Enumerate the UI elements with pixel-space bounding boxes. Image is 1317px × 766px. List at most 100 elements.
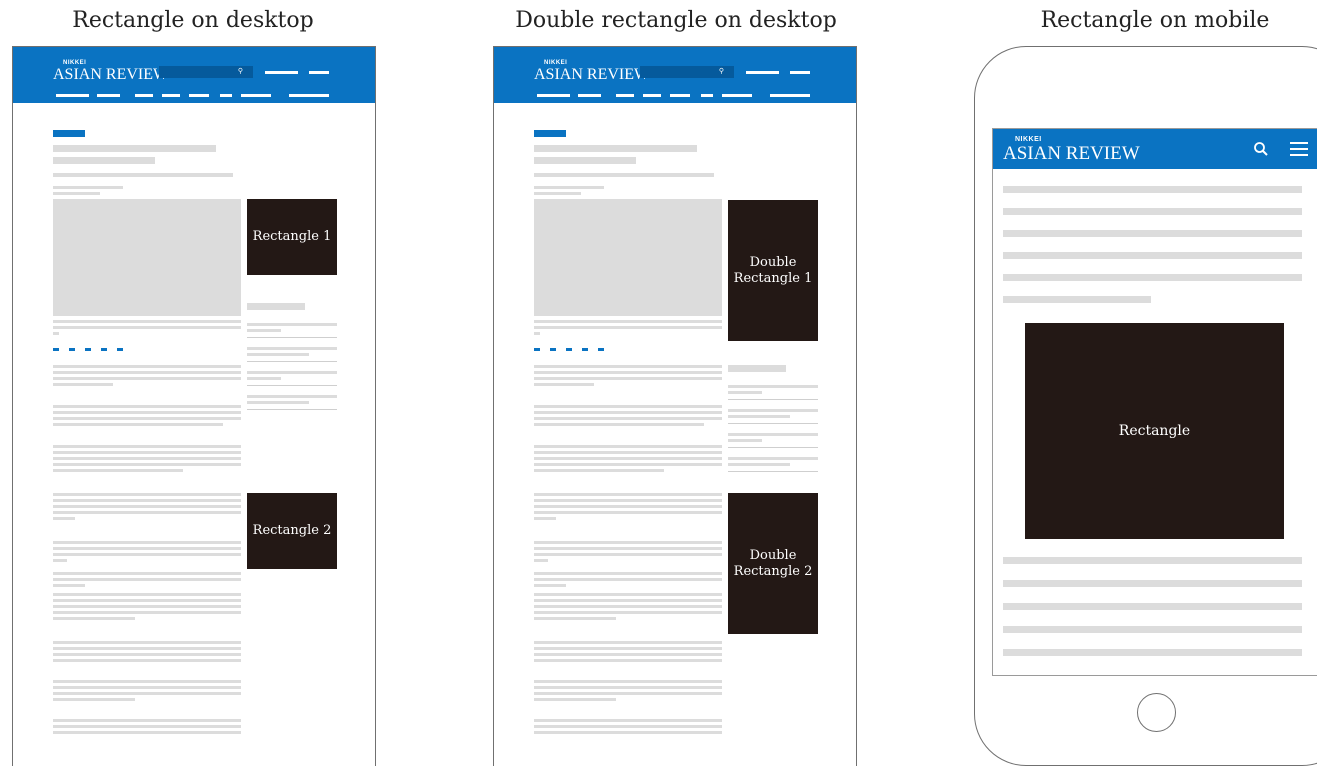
text-line	[1003, 626, 1302, 633]
search-icon[interactable]: ⚲	[238, 68, 243, 75]
nav-bar[interactable]	[790, 71, 810, 74]
search-input[interactable]: ⚲	[640, 66, 734, 78]
ad-label: Rectangle	[1118, 423, 1191, 439]
nav-bar[interactable]	[289, 94, 329, 97]
body-text-line	[53, 377, 241, 380]
sidebar-divider	[247, 361, 337, 362]
sidebar-line	[247, 347, 337, 350]
body-text-line	[53, 553, 241, 556]
ad-label: Double Rectangle 2	[733, 547, 813, 579]
body-text-line	[534, 617, 616, 620]
nav-bar[interactable]	[135, 94, 153, 97]
nav-bar[interactable]	[670, 94, 690, 97]
sidebar-line	[728, 457, 818, 460]
body-text-line	[53, 692, 241, 695]
ad-rectangle-2[interactable]: Rectangle 2	[247, 493, 337, 569]
body-text-line	[534, 653, 722, 656]
body-text-line	[534, 605, 722, 608]
section-label	[534, 130, 566, 137]
ad-double-rectangle-2[interactable]: Double Rectangle 2	[728, 493, 818, 634]
section-label	[53, 130, 85, 137]
desktop-frame-double-rectangle: NIKKEI ASIAN REVIEW ⚲ Double Rectangle 1…	[493, 46, 857, 766]
body-text-line	[534, 578, 722, 581]
search-icon[interactable]	[1253, 141, 1269, 157]
nav-bar[interactable]	[722, 94, 752, 97]
body-text-line	[534, 698, 616, 701]
caption-rectangle-desktop: Rectangle on desktop	[72, 8, 314, 33]
hamburger-menu-icon[interactable]	[1290, 142, 1308, 156]
home-button-icon[interactable]	[1137, 693, 1176, 732]
nav-bar[interactable]	[220, 94, 232, 97]
site-logo: NIKKEI ASIAN REVIEW	[1003, 136, 1140, 164]
search-input[interactable]: ⚲	[159, 66, 253, 78]
search-icon[interactable]: ⚲	[719, 68, 724, 75]
body-text-line	[534, 725, 722, 728]
text-line	[1003, 603, 1302, 610]
headline-line	[53, 157, 155, 164]
nav-bar[interactable]	[746, 71, 779, 74]
subheadline-line	[53, 173, 233, 177]
sidebar-line	[728, 415, 790, 418]
nav-bar[interactable]	[56, 94, 89, 97]
text-line	[1003, 186, 1302, 193]
body-text-line	[53, 547, 241, 550]
ad-double-rectangle-1[interactable]: Double Rectangle 1	[728, 200, 818, 341]
sidebar-divider	[728, 447, 818, 448]
nav-bar[interactable]	[578, 94, 601, 97]
sidebar-line	[247, 401, 309, 404]
nav-bar[interactable]	[643, 94, 661, 97]
share-dot	[598, 348, 604, 351]
nav-bar[interactable]	[241, 94, 271, 97]
body-text-line	[534, 469, 664, 472]
nav-bar[interactable]	[189, 94, 209, 97]
body-text-line	[534, 719, 722, 722]
subheadline-line	[534, 173, 714, 177]
byline-line	[534, 186, 604, 189]
sidebar-line	[247, 395, 337, 398]
body-text-line	[53, 451, 241, 454]
sidebar-divider	[728, 471, 818, 472]
body-text-line	[53, 493, 241, 496]
nav-bar[interactable]	[770, 94, 810, 97]
logo-nikkei: NIKKEI	[1015, 136, 1042, 143]
logo-asian-review: ASIAN REVIEW	[1003, 143, 1140, 164]
caption-line	[53, 320, 241, 323]
sidebar-line	[728, 463, 790, 466]
logo-nikkei: NIKKEI	[63, 60, 87, 66]
nav-bar[interactable]	[309, 71, 329, 74]
byline-line	[53, 192, 100, 195]
body-text-line	[534, 405, 722, 408]
body-text-line	[53, 617, 135, 620]
ad-rectangle-1[interactable]: Rectangle 1	[247, 199, 337, 275]
headline-line	[534, 145, 697, 152]
sidebar-heading	[247, 303, 305, 310]
body-text-line	[534, 365, 722, 368]
sidebar-line	[728, 391, 762, 394]
article-image	[53, 199, 241, 316]
body-text-line	[53, 611, 241, 614]
ad-mobile-rectangle[interactable]: Rectangle	[1025, 323, 1284, 539]
body-text-line	[534, 371, 722, 374]
sidebar-line	[728, 433, 818, 436]
nav-bar[interactable]	[265, 71, 298, 74]
body-text-line	[534, 553, 722, 556]
sidebar-line	[728, 409, 818, 412]
nav-bar[interactable]	[701, 94, 713, 97]
text-line	[1003, 274, 1302, 281]
body-text-line	[534, 445, 722, 448]
body-text-line	[53, 511, 241, 514]
body-text-line	[53, 731, 241, 734]
logo-nikkei: NIKKEI	[544, 60, 568, 66]
body-text-line	[534, 383, 594, 386]
sidebar-line	[247, 377, 281, 380]
nav-bar[interactable]	[162, 94, 180, 97]
site-logo: NIKKEI ASIAN REVIEW	[534, 60, 649, 83]
body-text-line	[53, 698, 135, 701]
body-text-line	[534, 505, 722, 508]
nav-bar[interactable]	[97, 94, 120, 97]
body-text-line	[534, 593, 722, 596]
nav-bar[interactable]	[616, 94, 634, 97]
nav-bar[interactable]	[537, 94, 570, 97]
share-dot	[582, 348, 588, 351]
body-text-line	[53, 578, 241, 581]
